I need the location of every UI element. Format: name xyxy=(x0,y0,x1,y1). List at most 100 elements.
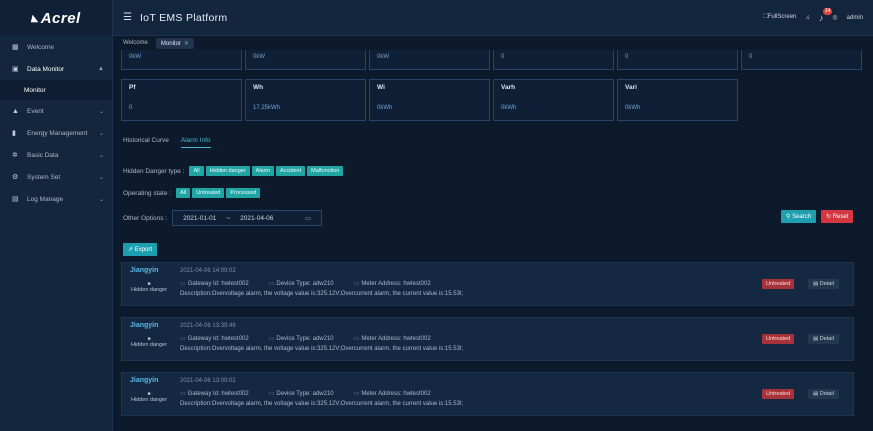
sidebar-item-event[interactable]: ▲ Event ⌄ xyxy=(0,100,112,122)
chevron-down-icon: ⌄ xyxy=(98,196,104,203)
search-button[interactable]: ⚲ Search xyxy=(781,210,817,223)
alarm-type-label: Hidden danger xyxy=(130,342,168,348)
alarm-time: 2021-04-06 13:39:48 xyxy=(180,323,236,329)
filter-chip-malfunction[interactable]: Malfunction xyxy=(307,166,344,176)
filter-chip-all[interactable]: All xyxy=(176,188,191,198)
date-end: 2021-04-06 xyxy=(240,214,274,222)
gear-icon: ✲ xyxy=(12,152,18,159)
sidebar-item-monitor[interactable]: Monitor xyxy=(0,80,112,100)
tab-historical-curve[interactable]: Historical Curve xyxy=(123,137,169,148)
status-badge: Untreated xyxy=(762,279,795,289)
alarm-gateway-text: Gateway Id: hwtest002 xyxy=(187,336,249,342)
sidebar-item-data-monitor[interactable]: ▣ Data Monitor ▲ xyxy=(0,58,112,80)
filter-label: Operating state : xyxy=(123,189,172,197)
detail-icon: ▤ xyxy=(813,281,820,287)
sidebar-item-welcome[interactable]: ▦ Welcome xyxy=(0,36,112,58)
user-name[interactable]: admin xyxy=(847,15,863,21)
sidebar-item-label: Monitor xyxy=(24,86,46,94)
metric-value: 0 xyxy=(749,54,753,60)
reset-button[interactable]: ↻ Reset xyxy=(821,210,854,223)
other-options-filter: Other Options : 2021-01-01 ~ 2021-04-06 … xyxy=(123,210,323,226)
alarm-type: ■ Hidden danger xyxy=(128,391,170,404)
alarm-description: Description:Overvoltage alarm, the volta… xyxy=(180,401,464,407)
alarm-device: ▭ Device Type: adw210 xyxy=(269,390,334,397)
fullscreen-button[interactable]: ⛶FullScreen xyxy=(764,14,797,21)
device-icon: ▭ xyxy=(268,391,275,397)
alarm-gateway: ▭ Gateway Id: hwtest002 xyxy=(180,335,249,342)
chevron-down-icon: ⌄ xyxy=(98,152,104,159)
detail-button[interactable]: ▤ Detail xyxy=(808,389,839,399)
chevron-down-icon: ⌄ xyxy=(98,108,104,115)
dashboard-icon: ▦ xyxy=(12,44,19,51)
sidebar-item-system-set[interactable]: ⚙ System Set ⌄ xyxy=(0,166,112,188)
gateway-icon: ▭ xyxy=(180,336,186,342)
logo-mark-icon: ◣ xyxy=(31,12,39,23)
date-start: 2021-01-01 xyxy=(183,214,217,222)
user-icon[interactable]: ◎ xyxy=(832,14,837,21)
sidebar-item-label: Basic Data xyxy=(27,151,59,159)
sidebar-item-basic-data[interactable]: ✲ Basic Data ⌄ xyxy=(0,144,112,166)
filter-chip-untreated[interactable]: Untreated xyxy=(192,188,225,198)
header-actions: ⛶FullScreen ♫ ♪ 14 ◎ admin xyxy=(764,7,863,23)
date-range-picker[interactable]: 2021-01-01 ~ 2021-04-06 ▭ xyxy=(172,210,323,226)
metric-value: 0kWh xyxy=(377,105,393,111)
alarm-gateway: ▭ Gateway Id: hwtest002 xyxy=(180,280,249,287)
metric-card-varh: Varh 0kWh xyxy=(493,79,614,121)
filter-chip-accident[interactable]: Accident xyxy=(276,166,306,176)
sidebar-item-label: Welcome xyxy=(27,43,54,51)
detail-button[interactable]: ▤ Detail xyxy=(808,279,839,289)
export-button[interactable]: ⇗ Export xyxy=(123,243,158,256)
alarm-type-label: Hidden danger xyxy=(130,397,168,403)
device-icon: ▭ xyxy=(268,281,275,287)
tab-label: Monitor xyxy=(160,40,181,47)
alarm-meter: ▭ Meter Address: hwtest002 xyxy=(354,280,431,287)
filter-chip-all[interactable]: All xyxy=(189,166,204,176)
sidebar-item-log-manage[interactable]: ▤ Log Manage ⌄ xyxy=(0,188,112,210)
alarm-device-text: Device Type: adw210 xyxy=(276,391,334,397)
notification-badge: 14 xyxy=(822,7,833,15)
alarm-meter-text: Meter Address: hwtest002 xyxy=(361,281,431,287)
alarm-user: Jiangyin xyxy=(130,377,159,384)
detail-icon: ▤ xyxy=(813,336,820,342)
alarm-gateway-text: Gateway Id: hwtest002 xyxy=(187,391,249,397)
metric-value: 0 xyxy=(625,54,629,60)
alarm-time: 2021-04-06 13:09:02 xyxy=(180,378,236,384)
monitor-icon: ▣ xyxy=(12,66,19,73)
filter-chip-alarm[interactable]: Alarm xyxy=(251,166,275,176)
alarm-card: Jiangyin 2021-04-06 13:39:48 ■ Hidden dan… xyxy=(121,317,854,361)
metric-card: 0kW xyxy=(245,50,366,70)
filter-chip-processed[interactable]: Processed xyxy=(226,188,261,198)
metric-name: Varh xyxy=(501,84,516,91)
tab-welcome[interactable]: Welcome xyxy=(118,38,153,48)
alarm-card: Jiangyin 2021-04-06 13:09:02 ■ Hidden dan… xyxy=(121,372,854,416)
sidebar-item-energy-management[interactable]: ▮ Energy Management ⌄ xyxy=(0,122,112,144)
device-icon: ▭ xyxy=(268,336,275,342)
volume-icon[interactable]: ♫ xyxy=(805,15,810,21)
chevron-down-icon: ⌄ xyxy=(98,174,104,181)
detail-button[interactable]: ▤ Detail xyxy=(808,334,839,344)
notification-bell-icon[interactable]: ♪ 14 xyxy=(819,7,833,23)
alarm-meter: ▭ Meter Address: hwtest002 xyxy=(354,390,431,397)
sidebar-item-label: Log Manage xyxy=(27,195,64,203)
filter-chip-hidden-danger[interactable]: Hidden danger xyxy=(205,166,250,176)
tab-alarm-info[interactable]: Alarm Info xyxy=(180,137,211,148)
metric-card: 0 xyxy=(617,50,738,70)
metric-row: Pf 0 Wh 17.25kWh Wi 0kWh Varh 0kWh Vari 0kWh xyxy=(121,79,738,121)
metric-value: 17.25kWh xyxy=(253,105,281,111)
filter-label: Other Options : xyxy=(123,214,168,222)
alarm-type-label: Hidden danger xyxy=(130,287,168,293)
close-icon[interactable]: ✕ xyxy=(184,41,189,47)
tab-monitor[interactable]: Monitor ✕ xyxy=(155,37,194,49)
alarm-gateway: ▭ Gateway Id: hwtest002 xyxy=(180,390,249,397)
metric-card-vari: Vari 0kWh xyxy=(617,79,738,121)
metric-value: 0kWh xyxy=(625,105,641,111)
settings-icon: ⚙ xyxy=(12,174,19,181)
menu-icon[interactable]: ☰ xyxy=(123,12,132,23)
reset-icon: ↻ xyxy=(826,214,833,220)
filter-label: Hidden Danger type : xyxy=(123,167,185,175)
detail-label: Detail xyxy=(819,391,834,397)
page-title: IoT EMS Platform xyxy=(139,11,228,24)
status-badge: Untreated xyxy=(762,334,795,344)
reset-label: Reset xyxy=(832,214,849,220)
metric-value: 0kWh xyxy=(501,105,517,111)
